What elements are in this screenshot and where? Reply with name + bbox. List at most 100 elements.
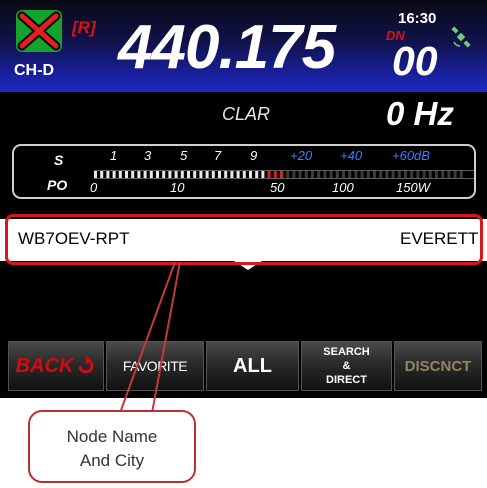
meter-segment	[354, 171, 358, 178]
meter-segment	[180, 171, 184, 178]
meter-segment	[335, 171, 339, 178]
s-tick-label: 5	[180, 148, 188, 163]
meter-segment	[218, 171, 221, 178]
callout-line2: And City	[79, 451, 145, 470]
meter-segment	[224, 171, 228, 178]
meter-segment	[261, 171, 265, 178]
channel-label: CH-D	[14, 62, 54, 79]
po-meter-label: PO	[47, 177, 68, 193]
s-tick-label: 1	[110, 148, 118, 163]
meter-segment	[360, 171, 364, 178]
meter-segment	[174, 171, 178, 178]
meter-segment	[149, 171, 153, 178]
meter-segment	[280, 171, 283, 178]
meter-segment	[329, 171, 333, 178]
meter-segment	[249, 171, 252, 178]
s-tick-label: +20	[290, 148, 313, 163]
radio-display: [R] CH-D 440.175 DN 00 16:30 CLAR 0 Hz S…	[0, 0, 487, 398]
meter-segment	[118, 171, 122, 178]
search-label-line3: DIRECT	[326, 374, 367, 386]
meter-segment	[397, 171, 401, 178]
back-arrow-icon	[78, 356, 94, 374]
meter-segment	[435, 171, 438, 178]
meter-segment	[304, 171, 308, 178]
meter-segment	[317, 171, 321, 178]
po-tick-label: 10	[170, 180, 185, 195]
meter-segment	[106, 171, 110, 178]
meter-segment	[125, 171, 128, 178]
meter-segment	[459, 171, 463, 178]
favorite-button[interactable]: FAVORITE	[106, 341, 204, 391]
back-button[interactable]: BACK	[8, 341, 104, 391]
s-tick-label: 9	[250, 148, 258, 163]
frequency-header: [R] CH-D 440.175 DN 00 16:30	[0, 0, 487, 92]
meter-segment	[137, 171, 141, 178]
callout-line1: Node Name	[66, 427, 158, 446]
meter-segment	[236, 171, 240, 178]
wires-x-icon	[16, 10, 62, 52]
meter-segment	[391, 171, 395, 178]
meter-segment	[366, 171, 370, 178]
meter-segment	[342, 171, 345, 178]
meter-segment	[441, 171, 445, 178]
search-label-line2: &	[342, 360, 351, 372]
frequency-main: 440.175	[118, 13, 336, 82]
meter-segment	[242, 171, 246, 178]
meter-segment	[193, 171, 197, 178]
meter-segment	[373, 171, 376, 178]
back-label: BACK	[15, 354, 74, 377]
meter-segment	[112, 171, 116, 178]
meter-segment	[100, 171, 104, 178]
meter-segment	[255, 171, 259, 178]
s-tick-label: +40	[340, 148, 363, 163]
frequency-decimal: 00	[392, 38, 438, 84]
meter-segment	[205, 171, 209, 178]
meter-segment	[410, 171, 414, 178]
meter-segment	[131, 171, 135, 178]
disconnect-label: DISCNCT	[404, 357, 472, 375]
meter-bar	[94, 170, 474, 179]
gps-satellite-icon	[451, 26, 471, 48]
po-tick-label: 150W	[396, 180, 430, 195]
meter-segment	[404, 171, 407, 178]
s-po-meter: S PO 1 3 5 7 9 +20 +40 +60dB 0 10 50 100…	[12, 144, 476, 199]
meter-segment	[94, 171, 97, 178]
s-tick-label: +60dB	[392, 148, 430, 163]
node-highlight-outline	[5, 214, 483, 265]
meter-segment	[292, 171, 296, 178]
meter-segment	[385, 171, 389, 178]
meter-segment	[348, 171, 352, 178]
repeater-tag: [R]	[72, 18, 96, 37]
meter-segment	[298, 171, 302, 178]
meter-segment	[422, 171, 426, 178]
clarifier-value: 0 Hz	[386, 95, 454, 132]
callout-text: Node Name And City	[30, 425, 194, 473]
meter-segment	[379, 171, 383, 178]
meter-segment	[230, 171, 234, 178]
meter-segment	[162, 171, 166, 178]
disconnect-button[interactable]: DISCNCT	[394, 341, 482, 391]
meter-segment	[199, 171, 203, 178]
meter-segment	[453, 171, 457, 178]
favorite-label: FAVORITE	[122, 358, 188, 374]
search-label-line1: SEARCH	[323, 346, 370, 358]
clarifier-label: CLAR	[222, 104, 271, 124]
meter-segment	[211, 171, 215, 178]
meter-segment	[416, 171, 420, 178]
meter-segment	[168, 171, 172, 178]
s-tick-label: 7	[214, 148, 222, 163]
meter-segment	[428, 171, 432, 178]
meter-segment	[311, 171, 314, 178]
meter-segment	[187, 171, 190, 178]
meter-segment	[447, 171, 451, 178]
all-button[interactable]: ALL	[206, 341, 299, 391]
po-tick-label: 0	[90, 180, 98, 195]
meter-segment	[156, 171, 159, 178]
all-label: ALL	[233, 354, 272, 377]
meter-segment	[143, 171, 147, 178]
po-tick-label: 50	[270, 180, 285, 195]
search-direct-button[interactable]: SEARCH & DIRECT	[301, 341, 392, 391]
meter-segment	[267, 171, 271, 178]
meter-segment	[286, 171, 290, 178]
clock: 16:30	[398, 10, 437, 27]
